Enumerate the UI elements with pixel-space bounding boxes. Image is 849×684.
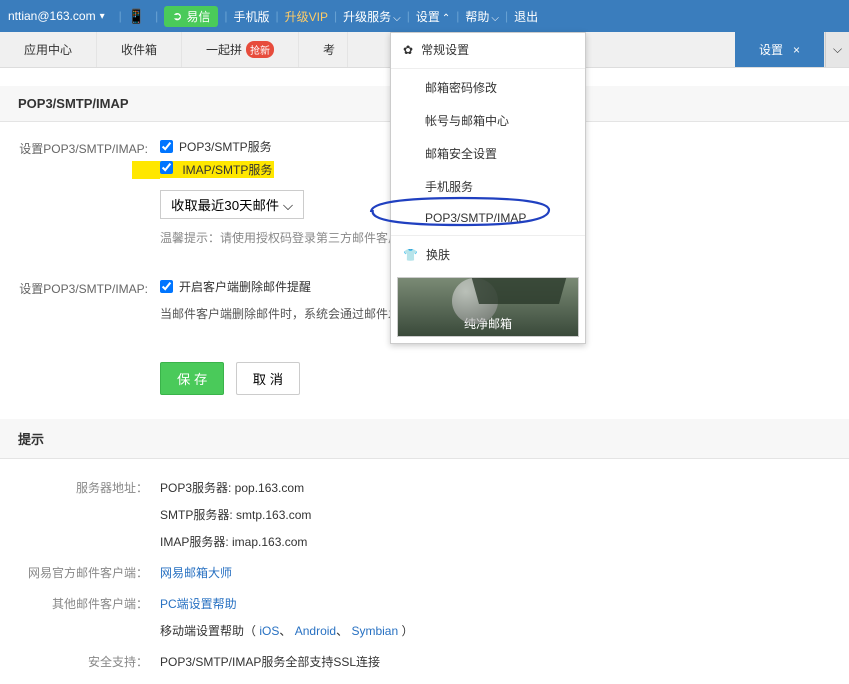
tab-expand-button[interactable]: ⌵ <box>825 32 849 67</box>
tab-yiqipin[interactable]: 一起拼 抢新 <box>182 32 299 67</box>
tab-inbox[interactable]: 收件箱 <box>97 32 182 67</box>
android-link[interactable]: Android <box>295 624 336 638</box>
chevron-up-icon: ⌃ <box>442 13 450 24</box>
separator: | <box>407 9 410 23</box>
separator: | <box>456 9 459 23</box>
save-button[interactable]: 保 存 <box>160 362 224 395</box>
help-link[interactable]: 帮助⌵ <box>465 8 499 25</box>
chevron-down-icon: ⌵ <box>393 13 401 24</box>
fetch-range-dropdown[interactable]: 收取最近30天邮件 ⌵ <box>160 190 304 219</box>
separator: | <box>224 9 227 23</box>
menu-label: 常规设置 <box>421 41 469 58</box>
yixin-label: 易信 <box>186 8 210 25</box>
official-client-link[interactable]: 网易邮箱大师 <box>160 566 232 580</box>
upgrade-service-link[interactable]: 升级服务⌵ <box>343 8 401 25</box>
chevron-down-icon: ⌵ <box>283 198 293 213</box>
chevron-down-icon: ⌵ <box>491 13 499 24</box>
symbian-link[interactable]: Symbian <box>351 624 398 638</box>
mobile-setup-help: 移动端设置帮助（ iOS、 Android、 Symbian ） <box>160 622 849 639</box>
menu-label: POP3/SMTP/IMAP <box>425 211 526 225</box>
info-label-other: 其他邮件客户端： <box>0 595 160 639</box>
gear-icon: ✿ <box>403 43 413 57</box>
server-pop3: POP3服务器: pop.163.com <box>160 479 849 496</box>
dropdown-label: 收取最近30天邮件 <box>171 198 279 213</box>
tips-section: 服务器地址： POP3服务器: pop.163.com SMTP服务器: smt… <box>0 479 849 670</box>
checkbox-label: 开启客户端删除邮件提醒 <box>179 278 311 295</box>
top-bar: nttian@163.com ▾ | 📱 | ➲ 易信 | 手机版 | 升级VIP… <box>0 0 849 32</box>
divider <box>391 235 585 236</box>
highlight-annotation <box>132 161 160 179</box>
tab-label: 一起拼 <box>206 41 242 58</box>
checkbox-input[interactable] <box>160 280 173 293</box>
menu-mobile-service[interactable]: 手机服务 <box>391 170 585 203</box>
section-header-tips: 提示 <box>0 419 849 459</box>
security-value: POP3/SMTP/IMAP服务全部支持SSL连接 <box>160 653 849 670</box>
checkbox-input[interactable] <box>160 161 173 174</box>
separator: | <box>155 9 158 23</box>
new-badge: 抢新 <box>246 41 274 58</box>
tab-settings[interactable]: 设置 × <box>735 32 825 67</box>
settings-link[interactable]: 设置⌃ <box>416 8 450 25</box>
settings-dropdown-menu: ✿ 常规设置 邮箱密码修改 帐号与邮箱中心 邮箱安全设置 手机服务 POP3/S… <box>390 32 586 344</box>
server-imap: IMAP服务器: imap.163.com <box>160 533 849 550</box>
separator: | <box>276 9 279 23</box>
menu-skin[interactable]: 👕 换肤 <box>391 238 585 271</box>
yixin-link[interactable]: ➲ 易信 <box>164 6 218 27</box>
account-email[interactable]: nttian@163.com <box>8 9 96 23</box>
separator: | <box>334 9 337 23</box>
pc-setup-link[interactable]: PC端设置帮助 <box>160 597 237 611</box>
tab-app-center[interactable]: 应用中心 <box>0 32 97 67</box>
checkbox-label: POP3/SMTP服务 <box>179 138 272 155</box>
shirt-icon: 👕 <box>403 248 418 262</box>
vip-link[interactable]: 升级VIP <box>285 8 328 25</box>
promo-banner[interactable]: 纯净邮箱 <box>397 277 579 337</box>
info-label-security: 安全支持： <box>0 653 160 670</box>
yixin-icon: ➲ <box>172 9 182 23</box>
form-label-delete-notify: 设置POP3/SMTP/IMAP: <box>0 278 160 322</box>
info-label-official: 网易官方邮件客户端： <box>0 564 160 581</box>
phone-icon[interactable]: 📱 <box>128 8 145 25</box>
menu-pop3-smtp-imap[interactable]: POP3/SMTP/IMAP <box>391 203 585 233</box>
menu-account-center[interactable]: 帐号与邮箱中心 <box>391 104 585 137</box>
separator: | <box>119 9 122 23</box>
checkbox-input[interactable] <box>160 140 173 153</box>
tab-label: 设置 <box>759 41 783 58</box>
logout-link[interactable]: 退出 <box>514 8 538 25</box>
menu-label: 换肤 <box>426 246 450 263</box>
menu-general-settings[interactable]: ✿ 常规设置 <box>391 33 585 66</box>
chevron-down-icon[interactable]: ▾ <box>100 11 105 22</box>
checkbox-label: IMAP/SMTP服务 <box>182 163 272 177</box>
info-label-server: 服务器地址： <box>0 479 160 550</box>
chevron-down-icon: ⌵ <box>833 42 842 57</box>
separator: | <box>505 9 508 23</box>
server-smtp: SMTP服务器: smtp.163.com <box>160 506 849 523</box>
mobile-link[interactable]: 手机版 <box>233 8 269 25</box>
promo-label: 纯净邮箱 <box>464 315 512 332</box>
divider <box>391 68 585 69</box>
close-icon[interactable]: × <box>793 43 800 57</box>
ios-link[interactable]: iOS <box>259 624 279 638</box>
tab-partial[interactable]: 考 <box>299 32 348 67</box>
menu-security[interactable]: 邮箱安全设置 <box>391 137 585 170</box>
cancel-button[interactable]: 取 消 <box>236 362 300 395</box>
form-label-protocol: 设置POP3/SMTP/IMAP: <box>0 138 160 246</box>
menu-password[interactable]: 邮箱密码修改 <box>391 71 585 104</box>
